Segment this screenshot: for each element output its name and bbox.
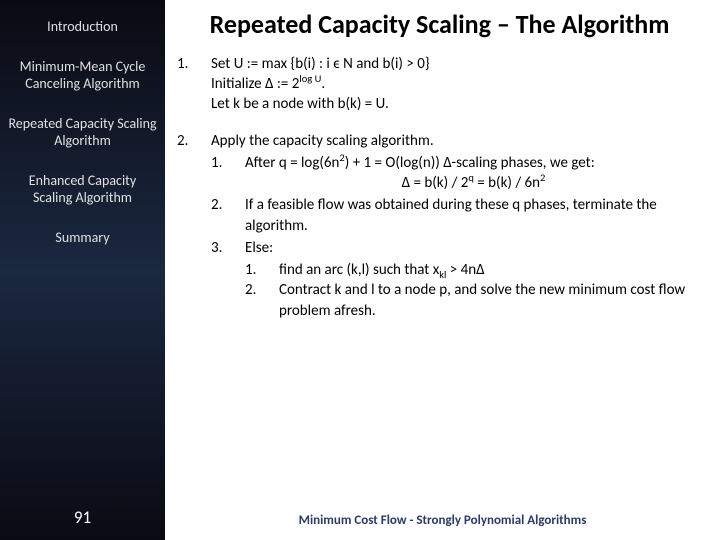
step1-line2a: Initialize Δ := 2 <box>211 75 299 93</box>
sidebar-item-ecs: Enhanced Capacity Scaling Algorithm <box>8 172 157 207</box>
step2-1: After q = log(6n 2) + 1 = O(log(n)) Δ-sca… <box>211 153 702 194</box>
sidebar-item-mmcc: Minimum-Mean Cycle Canceling Algorithm <box>8 58 157 93</box>
step1-line3: Let k be a node with b(k) = U. <box>211 95 389 113</box>
sidebar-item-summary: Summary <box>8 229 157 247</box>
step2-3: Else: find an arc (k,l) such that xkl > … <box>211 238 702 321</box>
step2-1-center-sup-2: 2 <box>540 171 545 184</box>
step2-3-text: Else: <box>245 239 273 257</box>
step1-line2b: . <box>321 75 325 93</box>
step2-intro: Apply the capacity scaling algorithm. <box>211 132 434 150</box>
sidebar-item-introduction: Introduction <box>8 18 157 36</box>
slide-footer: Minimum Cost Flow - Strongly Polynomial … <box>165 513 720 528</box>
slide-body: Set U := max {b(i) : i ϵ N and b(i) > 0}… <box>177 54 702 321</box>
step1-line1: Set U := max {b(i) : i ϵ N and b(i) > 0} <box>211 55 430 73</box>
step2-1a: After q = log(6n <box>245 154 339 172</box>
main-content: Repeated Capacity Scaling – The Algorith… <box>165 0 720 540</box>
step1-line2-sup: log U <box>299 72 321 85</box>
step2-1-center-b: = b(k) / 6n <box>474 174 540 192</box>
step2-3-1: find an arc (k,l) such that xkl > 4nΔ <box>245 260 702 280</box>
step2-1-center-a: Δ = b(k) / 2 <box>402 174 469 192</box>
step2-1b: ) + 1 = O(log(n)) Δ-scaling phases, we g… <box>345 154 595 172</box>
step2-3-2: Contract k and l to a node p, and solve … <box>245 280 702 321</box>
step-1: Set U := max {b(i) : i ϵ N and b(i) > 0}… <box>177 54 702 115</box>
step2-3-1b: > 4nΔ <box>446 261 484 279</box>
sidebar: Introduction Minimum-Mean Cycle Cancelin… <box>0 0 165 540</box>
step2-3-1a: find an arc (k,l) such that x <box>279 261 439 279</box>
sidebar-item-rcs: Repeated Capacity Scaling Algorithm <box>8 115 157 150</box>
slide-title: Repeated Capacity Scaling – The Algorith… <box>177 10 702 40</box>
step2-1-center: Δ = b(k) / 2q = b(k) / 6n2 <box>245 173 702 193</box>
page-number: 91 <box>0 507 165 528</box>
step-2: Apply the capacity scaling algorithm. Af… <box>177 131 702 321</box>
step2-2: If a feasible flow was obtained during t… <box>211 195 702 236</box>
